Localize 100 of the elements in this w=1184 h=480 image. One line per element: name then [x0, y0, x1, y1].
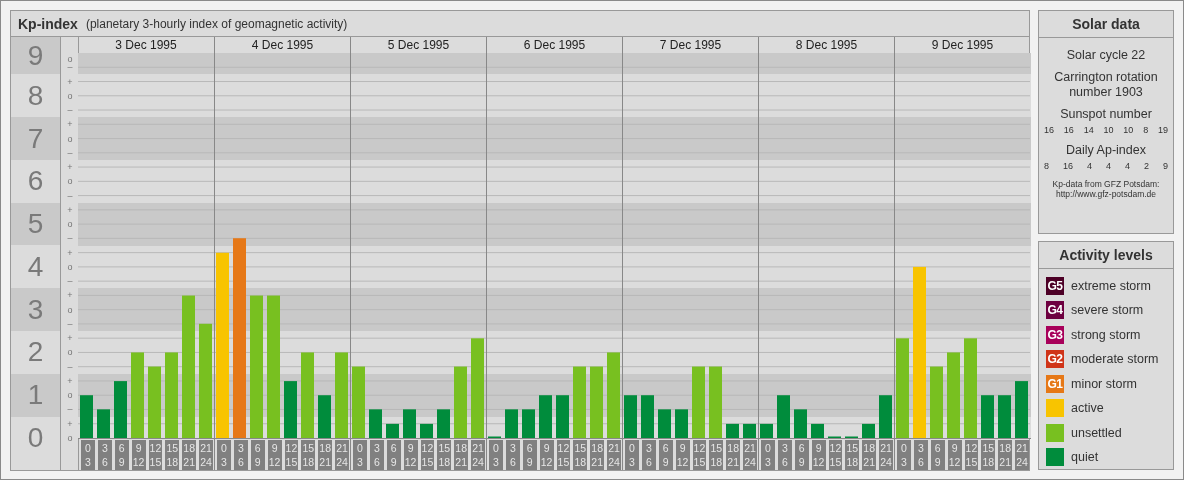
ap-value: 8	[1044, 161, 1049, 171]
minor-tick-label: o	[67, 390, 73, 401]
kp-axis-label: 3	[11, 288, 60, 331]
interval-label: 12 15	[828, 440, 843, 470]
interval-label: 12 15	[964, 440, 979, 470]
interval-label: 21 24	[335, 440, 349, 470]
legend-label: minor storm	[1071, 376, 1137, 391]
interval-label: 12 15	[692, 440, 707, 470]
sunspot-value: 14	[1083, 125, 1094, 135]
minor-tick-label: o	[67, 133, 73, 144]
interval-label: 6 9	[930, 440, 945, 470]
interval-label: 0 3	[761, 440, 775, 470]
sunspot-value: 8	[1143, 125, 1149, 135]
legend-label: active	[1071, 401, 1104, 416]
minor-tick-label: –	[67, 404, 73, 415]
legend-label: quiet	[1071, 450, 1099, 465]
minor-tick-label: +	[67, 162, 73, 173]
minor-tick-label: o	[67, 261, 73, 272]
sunspot-value: 16	[1044, 125, 1054, 135]
interval-label: 21 24	[1015, 440, 1029, 470]
interval-label: 21 24	[607, 440, 621, 470]
minor-tick-label: +	[67, 119, 73, 130]
ap-index-label: Daily Ap-index	[1065, 143, 1147, 158]
interval-label: 18 21	[454, 440, 469, 470]
interval-label: 12 15	[284, 440, 299, 470]
date-label: 3 Dec 1995	[115, 38, 177, 52]
storm-level-badge: G1	[1046, 374, 1064, 393]
legend-label: strong storm	[1071, 327, 1141, 342]
minor-tick-label: –	[67, 233, 73, 244]
minor-tick-label: o	[67, 304, 73, 315]
kp-axis-label: 9	[11, 37, 60, 75]
date-label: 4 Dec 1995	[251, 38, 314, 52]
interval-label: 3 6	[233, 440, 248, 470]
interval-label: 12 15	[148, 440, 163, 470]
interval-label: 15 18	[573, 440, 588, 470]
sunspot-label: Sunspot number	[1059, 107, 1153, 122]
interval-label: 21 24	[199, 440, 213, 470]
interval-label: 6 9	[114, 440, 129, 470]
interval-label: 9 12	[675, 440, 690, 470]
interval-label: 18 21	[998, 440, 1013, 470]
sunspot-value: 10	[1123, 125, 1134, 135]
interval-label: 6 9	[386, 440, 401, 470]
interval-label: 18 21	[726, 440, 741, 470]
minor-tick-label: +	[67, 76, 73, 87]
storm-level-badge: G2	[1046, 350, 1064, 369]
ap-value: 16	[1063, 161, 1073, 171]
minor-tick-label: +	[67, 204, 73, 215]
credit-url: http://www.gfz-potsdam.de	[1055, 189, 1157, 199]
interval-label: 3 6	[97, 440, 112, 470]
interval-label: 21 24	[879, 440, 893, 470]
interval-label: 6 9	[794, 440, 809, 470]
storm-level-badge: G5	[1046, 276, 1064, 295]
interval-label: 0 3	[625, 440, 639, 470]
minor-tick-label: +	[67, 375, 73, 386]
ap-value: 9	[1162, 161, 1168, 171]
interval-label: 0 3	[897, 440, 911, 470]
minor-tick-label: o	[67, 176, 73, 187]
interval-label: 18 21	[862, 440, 877, 470]
interval-label: 3 6	[913, 440, 928, 470]
sunspot-value: 16	[1063, 125, 1074, 135]
interval-label: 6 9	[522, 440, 537, 470]
minor-tick-label: –	[67, 62, 73, 73]
minor-tick-label: o	[67, 347, 73, 358]
panel-title: Kp-index	[18, 15, 78, 32]
interval-label: 15 18	[709, 440, 724, 470]
minor-tick-label: o	[67, 54, 73, 64]
interval-label: 0 3	[81, 440, 95, 470]
interval-label: 0 3	[217, 440, 231, 470]
interval-label: 3 6	[777, 440, 792, 470]
legend-label: unsettled	[1071, 425, 1122, 440]
interval-label: 18 21	[590, 440, 605, 470]
minor-tick-label: –	[67, 318, 73, 329]
legend-label: extreme storm	[1071, 278, 1151, 293]
interval-label: 21 24	[743, 440, 757, 470]
interval-label: 15 18	[301, 440, 316, 470]
panel-title: Solar data	[1039, 11, 1173, 38]
kp-axis-label: 7	[11, 117, 60, 160]
minor-tick-label: +	[67, 290, 73, 301]
ap-value: 4	[1105, 161, 1111, 171]
interval-label: 18 21	[182, 440, 197, 470]
date-label: 8 Dec 1995	[795, 38, 858, 52]
interval-label: 9 12	[403, 440, 418, 470]
minor-tick-label: o	[67, 219, 73, 230]
credit-text: Kp-data from GFZ Potsdam:	[1052, 179, 1160, 189]
interval-label: 15 18	[437, 440, 452, 470]
interval-label: 0 3	[489, 440, 503, 470]
ap-value: 4	[1124, 161, 1130, 171]
carrington-rotation-text: Carrington rotation number 1903	[1053, 70, 1159, 100]
kp-axis-label: 5	[11, 202, 60, 246]
interval-label: 9 12	[267, 440, 282, 470]
ap-value: 4	[1086, 161, 1092, 171]
minor-tick-label: –	[67, 276, 73, 287]
minor-tick-label: –	[67, 147, 73, 158]
interval-label: 9 12	[947, 440, 962, 470]
interval-label: 21 24	[471, 440, 485, 470]
minor-tick-label: o	[67, 433, 73, 443]
ap-value: 2	[1143, 161, 1149, 171]
minor-tick-label: –	[67, 190, 73, 201]
storm-level-badge: G3	[1046, 325, 1064, 344]
interval-label: 6 9	[250, 440, 265, 470]
